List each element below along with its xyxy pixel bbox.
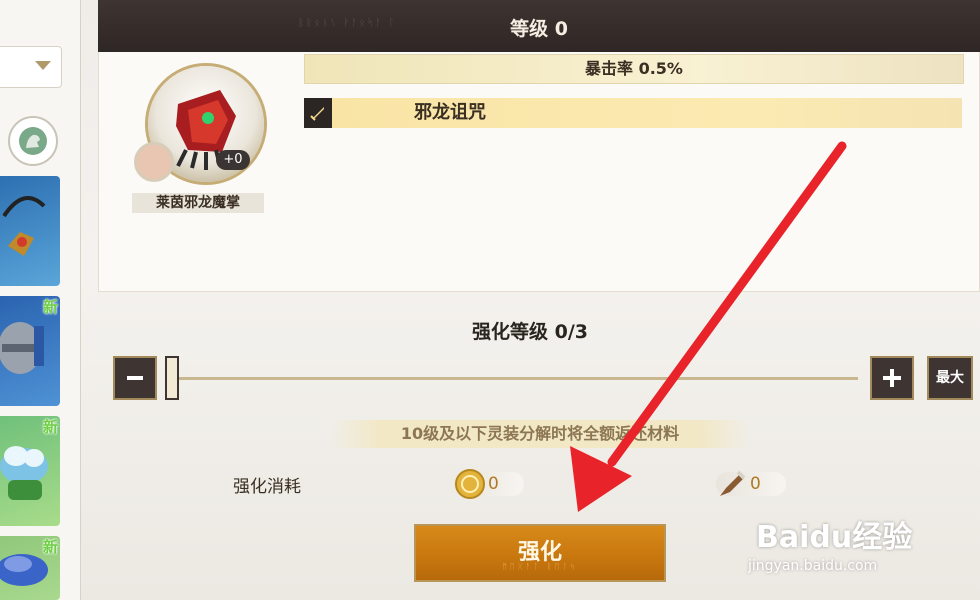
enhance-level-badge: +0 bbox=[216, 150, 250, 170]
enhance-level-title: 强化等级 0/3 bbox=[472, 321, 588, 343]
material-cost-value: 0 bbox=[750, 474, 761, 494]
watermark-url: jingyan.baidu.com bbox=[748, 558, 878, 574]
decrease-button[interactable] bbox=[113, 356, 157, 400]
crit-rate-text: 暴击率 0.5% bbox=[585, 59, 683, 78]
enhance-button-subtext: ᛗᛖᚷᚨᛚ ᚱᛖᛚᛋ bbox=[502, 562, 578, 571]
watermark-brand: Baidu经验 bbox=[756, 520, 913, 555]
coin-cost: 0 bbox=[454, 469, 524, 499]
horn-material-icon bbox=[720, 470, 746, 496]
new-badge: 新 bbox=[42, 418, 58, 436]
filter-button[interactable] bbox=[8, 116, 58, 166]
equipment-list-panel: 新 新 新 bbox=[0, 0, 81, 600]
slider-handle[interactable] bbox=[165, 356, 179, 400]
equipment-level: 等级 0 bbox=[510, 18, 568, 40]
chevron-down-icon bbox=[35, 61, 51, 70]
gold-coin-icon bbox=[455, 469, 485, 499]
crit-rate-stat: 暴击率 0.5% bbox=[304, 54, 964, 84]
coin-cost-value: 0 bbox=[488, 474, 499, 494]
increase-button[interactable] bbox=[870, 356, 914, 400]
owner-avatar bbox=[134, 142, 174, 182]
sort-dropdown[interactable] bbox=[0, 46, 62, 88]
new-badge: 新 bbox=[42, 298, 58, 316]
baidu-watermark: Baidu经验 jingyan.baidu.com bbox=[748, 502, 980, 592]
skill-row[interactable]: 邪龙诅咒 bbox=[304, 98, 962, 128]
equipment-thumbnail[interactable]: 新 bbox=[0, 536, 60, 600]
material-cost: 0 bbox=[716, 470, 786, 496]
minus-icon bbox=[127, 376, 143, 380]
card-header: ᛒᚱᛟᚾᛊ ᚹᚨᛟᛋᚨ ᛚ 等级 0 bbox=[98, 0, 980, 52]
salvage-note: 10级及以下灵装分解时将全额返还材料 bbox=[330, 420, 750, 448]
new-badge: 新 bbox=[42, 538, 58, 556]
equipment-thumbnail[interactable]: 新 bbox=[0, 296, 60, 406]
sword-icon bbox=[304, 98, 332, 128]
necklace-item-icon bbox=[2, 196, 46, 256]
equipment-name: 莱茵邪龙魔掌 bbox=[132, 193, 264, 213]
cost-label: 强化消耗 bbox=[233, 477, 301, 497]
max-button[interactable]: 最大 bbox=[927, 356, 973, 400]
character-filter-icon bbox=[19, 127, 47, 155]
plus-icon bbox=[883, 369, 901, 387]
enhance-button[interactable]: 强化 ᛗᛖᚷᚨᛚ ᚱᛖᛚᛋ bbox=[414, 524, 666, 582]
enhance-level-slider[interactable] bbox=[176, 377, 858, 380]
equipment-thumbnail[interactable] bbox=[0, 176, 60, 286]
skill-name: 邪龙诅咒 bbox=[414, 102, 486, 123]
equipment-thumbnail[interactable]: 新 bbox=[0, 416, 60, 526]
